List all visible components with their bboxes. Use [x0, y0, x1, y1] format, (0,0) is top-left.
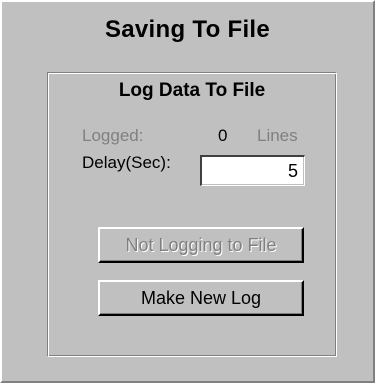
delay-seconds-input[interactable]: [200, 155, 305, 186]
saving-to-file-panel: Saving To File Log Data To File Logged: …: [0, 0, 375, 383]
not-logging-button[interactable]: Not Logging to File: [98, 227, 304, 263]
panel-title: Saving To File: [104, 16, 271, 43]
make-new-log-button[interactable]: Make New Log: [98, 280, 304, 316]
logged-label: Logged:: [82, 126, 144, 145]
logged-unit-label: Lines: [257, 126, 298, 145]
logged-count: 0: [218, 126, 228, 145]
delay-label: Delay(Sec):: [82, 153, 171, 172]
log-data-group: Log Data To File Logged: 0 Lines Delay(S…: [47, 72, 337, 357]
group-title: Log Data To File: [118, 80, 266, 101]
